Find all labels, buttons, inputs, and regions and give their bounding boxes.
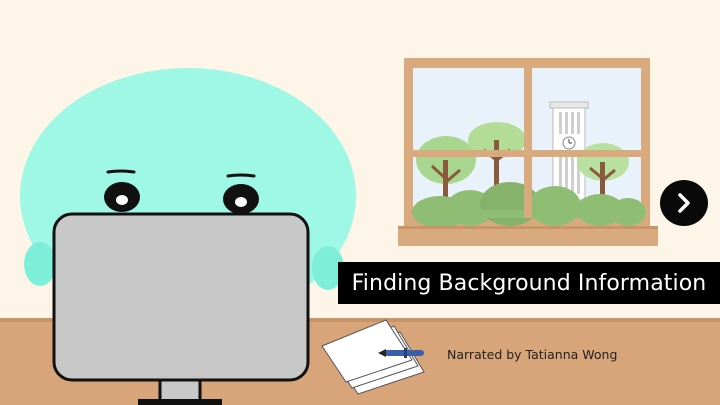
scene-illustration <box>0 58 720 405</box>
video-slide: Finding Background Information Narrated … <box>0 0 720 405</box>
next-button[interactable] <box>660 180 708 226</box>
slide-title-banner: Finding Background Information <box>338 262 720 304</box>
narrator-credit: Narrated by Tatianna Wong <box>447 347 618 362</box>
monitor-base <box>138 399 222 405</box>
slide-title: Finding Background Information <box>351 270 707 296</box>
left-hand <box>24 242 56 286</box>
right-eyebrow <box>226 173 256 178</box>
window <box>398 58 658 246</box>
chevron-right-icon <box>678 193 690 213</box>
left-eyebrow <box>106 169 136 174</box>
monitor-screen <box>52 212 310 382</box>
monitor <box>52 212 310 405</box>
